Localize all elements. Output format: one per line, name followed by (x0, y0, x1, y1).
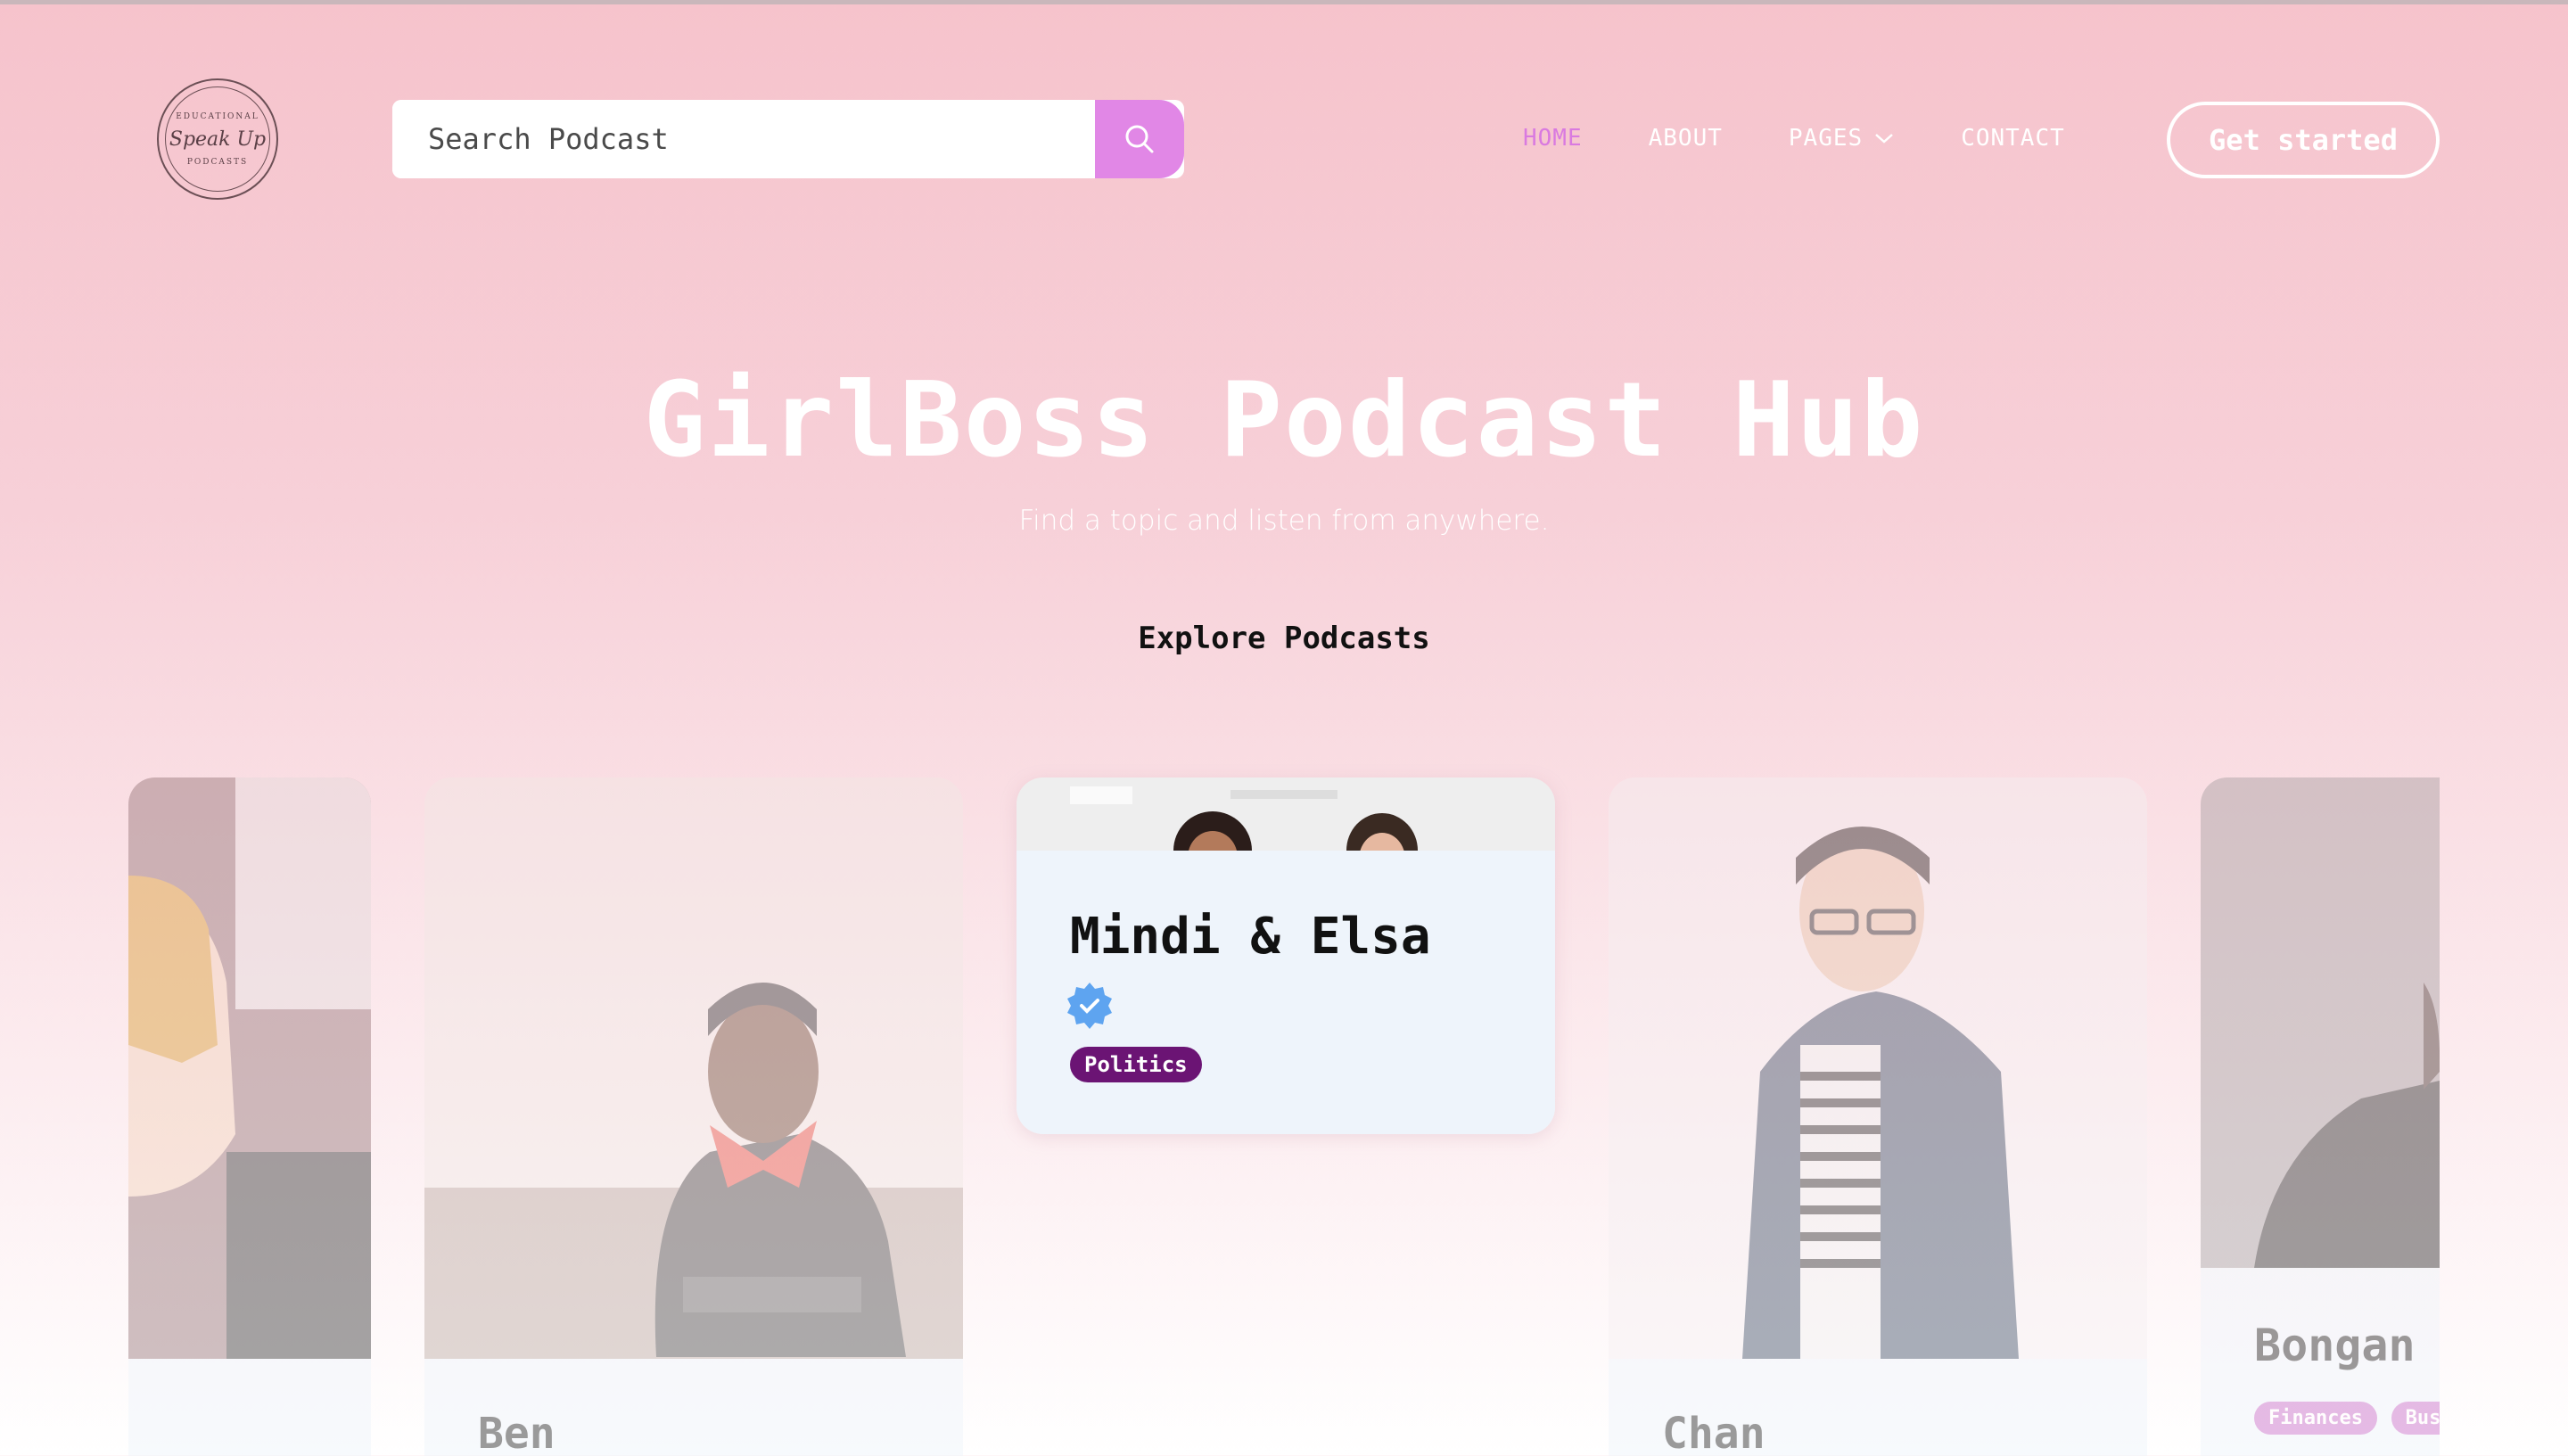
get-started-button[interactable]: Get started (2167, 102, 2440, 178)
explore-podcasts-heading: Explore Podcasts (1138, 621, 1430, 656)
tag-finances[interactable]: Finances (2254, 1402, 2377, 1435)
search-input[interactable] (392, 100, 1095, 178)
card-body: Mindi & Elsa Politics (1017, 851, 1555, 1134)
host-photo (2201, 777, 2440, 1268)
window-top-border (0, 0, 2568, 4)
podcast-host-name: Mindi & Elsa (1070, 908, 1431, 966)
card-body: Bongan Finances Bus (2201, 1268, 2440, 1456)
tag-politics[interactable]: Politics (1070, 1047, 1202, 1082)
search-bar (392, 100, 1184, 178)
card-body: Ben (424, 1359, 963, 1456)
podcast-host-name: Bongan (2254, 1320, 2416, 1371)
tag-list: Finances Bus (2254, 1402, 2440, 1435)
host-photo (1017, 777, 1555, 851)
podcast-host-name: Ben (478, 1409, 556, 1456)
host-photo (128, 777, 371, 1359)
card-body: Chan (1609, 1359, 2147, 1456)
podcast-host-name: Chan (1662, 1409, 1766, 1456)
tag-business[interactable]: Bus (2391, 1402, 2440, 1435)
chevron-down-icon (1875, 134, 1894, 144)
hero-title: GirlBoss Podcast Hub (643, 360, 1925, 481)
nav-home[interactable]: HOME (1523, 125, 1583, 152)
logo-script-text: Speak Up (169, 128, 267, 151)
search-icon (1125, 125, 1154, 153)
site-logo[interactable]: EDUCATIONAL Speak Up PODCASTS (157, 78, 278, 200)
nav-about-label: ABOUT (1648, 125, 1723, 152)
host-photo (1609, 777, 2147, 1359)
podcast-card-ben[interactable]: Ben (424, 777, 963, 1456)
podcast-card-bongani[interactable]: Bongan Finances Bus (2201, 777, 2440, 1456)
podcast-card-partial-left[interactable] (128, 777, 371, 1456)
search-button[interactable] (1095, 100, 1184, 178)
nav-pages[interactable]: PAGES (1789, 125, 1895, 152)
podcast-card-mindi-elsa[interactable]: Mindi & Elsa Politics (1017, 777, 1555, 1134)
nav-contact-label: CONTACT (1961, 125, 2065, 152)
card-body (128, 1359, 371, 1456)
logo-top-text: EDUCATIONAL (176, 111, 259, 121)
nav-pages-label: PAGES (1788, 125, 1864, 152)
nav-contact[interactable]: CONTACT (1961, 125, 2065, 152)
host-photo (424, 777, 963, 1359)
main-nav: HOME ABOUT PAGES CONTACT (1523, 125, 2131, 152)
logo-bottom-text: PODCASTS (186, 157, 249, 167)
verified-badge-icon (1067, 983, 1112, 1029)
logo-badge: EDUCATIONAL Speak Up PODCASTS (165, 86, 270, 192)
hero-subtitle: Find a topic and listen from anywhere. (1018, 505, 1550, 537)
podcast-card-chan[interactable]: Chan (1609, 777, 2147, 1456)
nav-about[interactable]: ABOUT (1649, 125, 1723, 152)
nav-home-label: HOME (1523, 125, 1583, 152)
